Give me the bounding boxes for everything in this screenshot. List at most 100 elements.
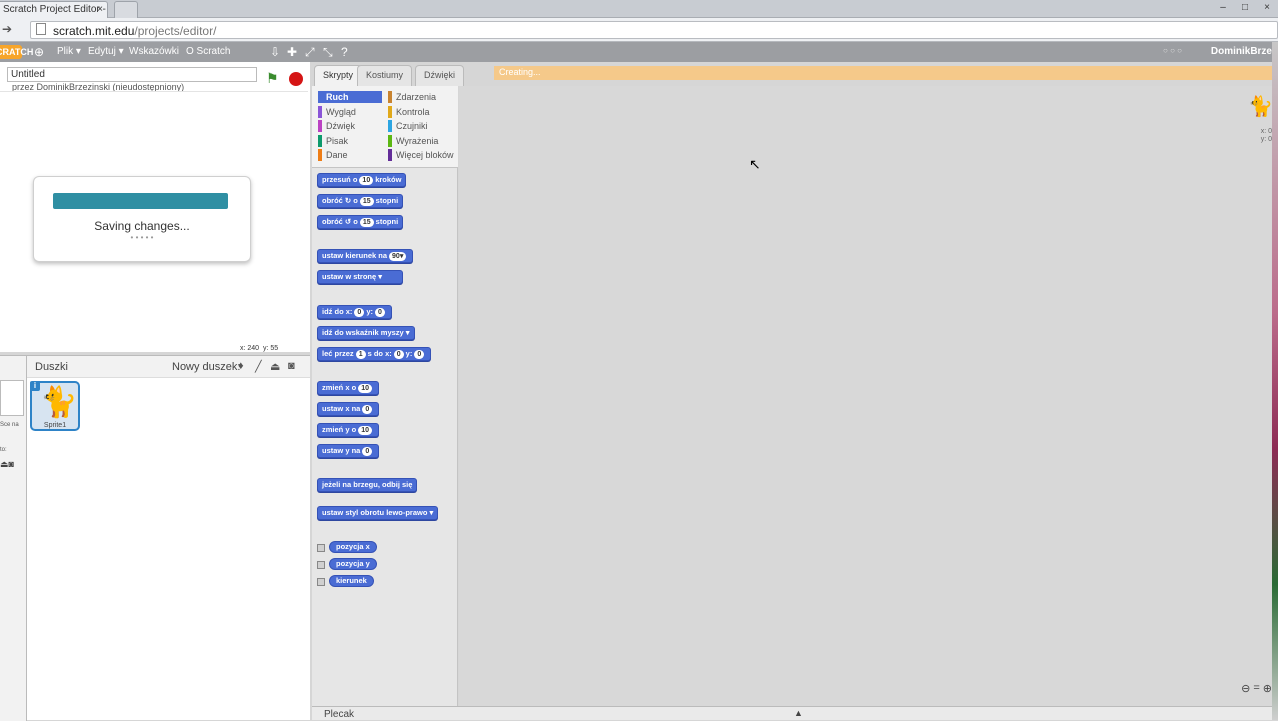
back-arrow-icon[interactable]: ➔ <box>2 22 12 36</box>
info-icon[interactable]: i <box>30 381 40 391</box>
category-looks[interactable]: Wygląd <box>318 106 356 118</box>
category-more-blocks[interactable]: Więcej bloków <box>388 149 454 161</box>
block-go-to-xy[interactable]: idź do x: 0 y: 0 <box>317 305 392 319</box>
zoom-reset-icon[interactable]: = <box>1253 682 1259 695</box>
block-set-y[interactable]: ustaw y na 0 <box>317 444 380 458</box>
cut-icon[interactable]: ✚ <box>287 45 297 59</box>
tab-costumes[interactable]: Kostiumy <box>357 65 413 86</box>
help-icon[interactable]: ? <box>341 45 348 59</box>
block-input[interactable]: 0 <box>362 447 373 456</box>
block-turn-left[interactable]: obróć ↺ o 15 stopni <box>317 215 404 229</box>
menu-file[interactable]: Plik ▾ <box>57 46 81 57</box>
upload-backdrop-icon[interactable]: ⏏ <box>0 459 9 469</box>
category-operators[interactable]: Wyrażenia <box>388 135 438 147</box>
checkbox-x-position[interactable] <box>317 544 325 552</box>
camera-icon[interactable]: ◙ <box>288 360 295 372</box>
category-data[interactable]: Dane <box>318 149 348 161</box>
checkbox-y-position[interactable] <box>317 561 325 569</box>
mouse-cursor-icon: ↖ <box>749 156 761 172</box>
zoom-in-icon[interactable]: ⊕ <box>1263 682 1272 695</box>
block-input[interactable]: 15 <box>359 218 374 227</box>
backpack-bar[interactable]: Plecak ▲ <box>312 706 1278 720</box>
backpack-expand-icon[interactable]: ▲ <box>794 708 803 718</box>
block-input[interactable]: 0 <box>393 350 404 359</box>
scratch-logo[interactable]: CRATCH <box>0 45 33 59</box>
backdrop-label: to: <box>0 447 7 453</box>
block-dropdown[interactable]: ▾ <box>378 272 382 281</box>
camera-icon[interactable]: ◙ <box>9 459 14 469</box>
zoom-out-icon[interactable]: ⊖ <box>1241 682 1250 695</box>
minimize-icon[interactable]: – <box>1212 0 1234 18</box>
url-input[interactable]: scratch.mit.edu/projects/editor/ <box>30 21 1278 39</box>
block-input[interactable]: 0 <box>375 308 385 317</box>
reporter-x-position[interactable]: pozycja x <box>329 541 377 553</box>
category-sensing[interactable]: Czujniki <box>388 120 428 132</box>
shrink-icon[interactable]: ⤡ <box>323 45 333 60</box>
block-point-towards[interactable]: ustaw w stronę ▾ <box>317 270 403 284</box>
stage-thumbnail[interactable] <box>0 380 24 416</box>
block-input[interactable]: 90▾ <box>389 252 407 261</box>
block-change-x[interactable]: zmień x o 10 <box>317 381 379 395</box>
block-input[interactable]: 10 <box>359 176 374 185</box>
checkbox-direction[interactable] <box>317 578 325 586</box>
paint-brush-icon[interactable]: ╱ <box>255 360 262 373</box>
grow-icon[interactable]: ⤢ <box>305 45 315 60</box>
category-pen[interactable]: Pisak <box>318 135 348 147</box>
category-control[interactable]: Kontrola <box>388 106 430 118</box>
tab-sounds[interactable]: Dźwięki <box>415 65 465 86</box>
sprites-pane: Sce na to: ⏏◙ Duszki Nowy duszek: ♦ ╱ ⏏ … <box>0 355 310 721</box>
block-change-y[interactable]: zmień y o 10 <box>317 423 379 437</box>
block-dropdown[interactable]: lewo-prawo ▾ <box>386 508 433 517</box>
script-area[interactable]: 🐈 x: 0 y: 0 ↖ ⊖ = ⊕ <box>459 86 1278 706</box>
block-input[interactable]: 10 <box>358 384 372 393</box>
user-name[interactable]: DominikBrze <box>1211 46 1272 57</box>
block-input[interactable]: 15 <box>359 197 374 206</box>
maximize-icon[interactable]: □ <box>1234 0 1256 18</box>
block-dropdown[interactable]: wskaźnik myszy ▾ <box>346 328 410 337</box>
block-text: ustaw y na <box>322 446 361 455</box>
duplicate-icon[interactable]: ⇩ <box>270 45 280 59</box>
block-move-steps[interactable]: przesuń o 10 kroków <box>317 173 407 187</box>
category-list: Ruch Wygląd Dźwięk Pisak Dane Zdarzenia … <box>312 86 458 168</box>
category-motion[interactable]: Ruch <box>318 91 382 103</box>
corner-y: y: 0 <box>1260 136 1272 143</box>
browser-tab[interactable]: Scratch Project Editor - Im × <box>0 1 108 18</box>
new-tab-button[interactable] <box>114 1 138 18</box>
sprite-library-icon[interactable]: ♦ <box>238 360 244 372</box>
block-set-x[interactable]: ustaw x na 0 <box>317 402 380 416</box>
reporter-y-position[interactable]: pozycja y <box>329 558 377 570</box>
green-flag-icon[interactable]: ⚑ <box>266 70 279 87</box>
block-input[interactable]: 0 <box>414 350 425 359</box>
address-bar: ➔ scratch.mit.edu/projects/editor/ <box>0 18 1278 42</box>
block-turn-right[interactable]: obróć ↻ o 15 stopni <box>317 194 404 208</box>
close-window-icon[interactable]: × <box>1256 0 1278 18</box>
menu-edit[interactable]: Edytuj ▾ <box>88 46 124 57</box>
block-input[interactable]: 0 <box>362 405 373 414</box>
menu-tips[interactable]: Wskazówki <box>129 46 179 57</box>
category-events[interactable]: Zdarzenia <box>388 91 436 103</box>
block-glide[interactable]: leć przez 1 s do x: 0 y: 0 <box>317 347 432 361</box>
reporter-direction[interactable]: kierunek <box>329 575 374 587</box>
block-go-to[interactable]: idź do wskaźnik myszy ▾ <box>317 326 415 340</box>
menubar-status: ○ ○ ○ <box>1163 46 1182 55</box>
stage-thumbnail-column: Sce na to: ⏏◙ <box>0 356 27 721</box>
block-text: stopni <box>375 217 399 226</box>
block-point-direction[interactable]: ustaw kierunek na 90▾ <box>317 249 414 263</box>
menu-about[interactable]: O Scratch <box>186 46 230 57</box>
upload-sprite-icon[interactable]: ⏏ <box>270 360 280 373</box>
sprites-title: Duszki <box>35 361 69 373</box>
sprite-thumbnail[interactable]: i 🐈 Sprite1 <box>30 381 80 431</box>
block-rotation-style[interactable]: ustaw styl obrotu lewo-prawo ▾ <box>317 506 439 520</box>
sprites-header: Duszki Nowy duszek: ♦ ╱ ⏏ ◙ <box>27 356 310 378</box>
project-title-input[interactable]: Untitled <box>7 67 257 82</box>
globe-icon[interactable]: ⊕ <box>34 45 44 59</box>
tab-scripts[interactable]: Skrypty <box>314 65 363 86</box>
category-sound[interactable]: Dźwięk <box>318 120 355 132</box>
block-input[interactable]: 10 <box>358 426 372 435</box>
block-input[interactable]: 1 <box>355 350 366 359</box>
stop-icon[interactable] <box>289 72 303 86</box>
tab-close-icon[interactable]: × <box>97 4 103 15</box>
block-bounce-edge[interactable]: jeżeli na brzegu, odbij się <box>317 478 418 492</box>
block-input[interactable]: 0 <box>354 308 365 317</box>
block-text: przesuń o <box>322 175 358 184</box>
